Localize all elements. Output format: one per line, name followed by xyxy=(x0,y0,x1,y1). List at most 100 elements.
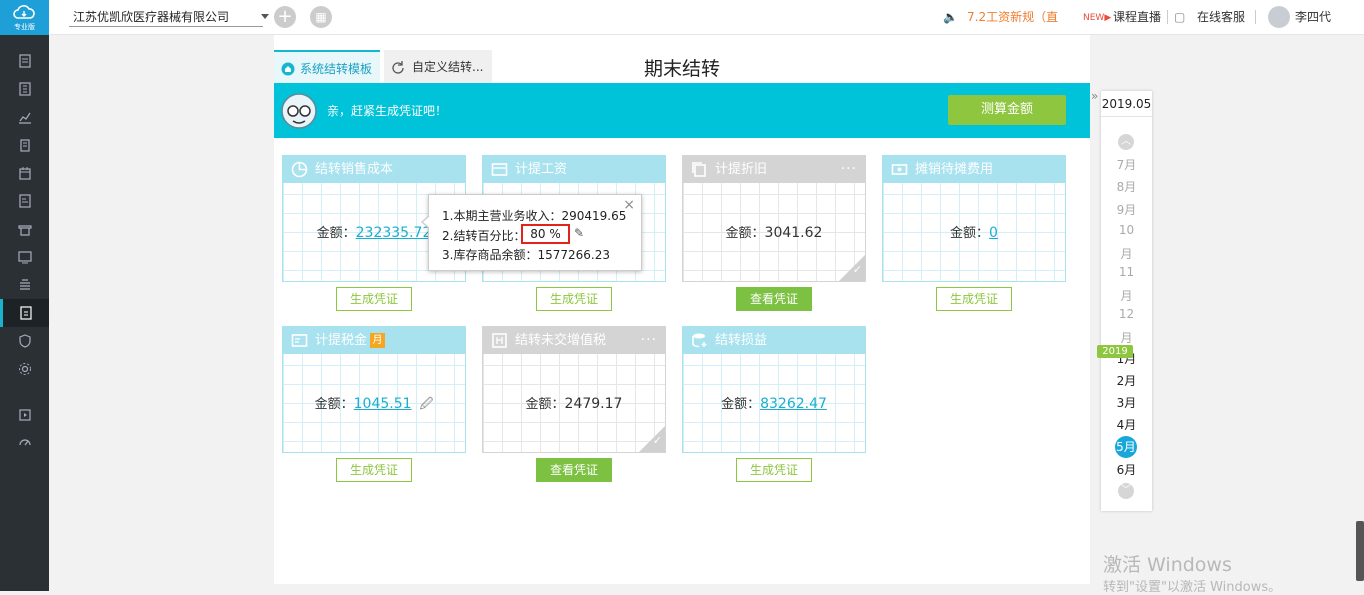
percent-input[interactable]: 80 % xyxy=(521,224,570,244)
month-item[interactable]: 3月 xyxy=(1101,394,1152,411)
card-title: 结转未交增值税 xyxy=(515,333,607,348)
gear-icon xyxy=(18,363,31,375)
view-voucher-button[interactable]: 查看凭证 xyxy=(736,287,812,311)
app-logo[interactable]: 专业版 xyxy=(0,0,49,35)
sidebar-item-calendar[interactable] xyxy=(0,159,49,187)
chevron-down-icon xyxy=(261,14,269,19)
news-link[interactable]: 7.2工资新规（直 xyxy=(967,9,1058,25)
generate-voucher-button[interactable]: 生成凭证 xyxy=(336,458,412,482)
selected-month[interactable]: 5月 xyxy=(1115,436,1137,458)
card-amount: 金额：83262.47 xyxy=(683,393,865,412)
month-item[interactable]: 8月 xyxy=(1101,178,1152,195)
amount-label: 金额： xyxy=(725,226,765,241)
card-amortize-prepaid: 摊销待摊费用 金额：0 xyxy=(882,155,1066,282)
generate-voucher-button[interactable]: 生成凭证 xyxy=(736,458,812,482)
tab-custom-template[interactable]: 自定义结转... xyxy=(384,50,492,83)
month-item[interactable]: 月 xyxy=(1101,287,1152,304)
tab-label: 自定义结转... xyxy=(412,60,484,74)
plus-icon: + xyxy=(277,6,293,27)
collapse-icon[interactable]: » xyxy=(1091,89,1101,107)
checked-corner-icon: ✓ xyxy=(839,255,865,281)
chevron-up-icon[interactable]: ︿ xyxy=(1118,134,1134,150)
card-transfer-unpaid-vat: 结转未交增值税 ··· 金额：2479.17 ✓ xyxy=(482,326,666,453)
cost-transfer-popover: × 1.本期主营业务收入：290419.65 2.结转百分比： 80 % ✎ 3… xyxy=(421,194,642,271)
sidebar-item-video[interactable] xyxy=(0,401,49,429)
company-name: 江苏优凯欣医疗器械有限公司 xyxy=(73,10,230,24)
avatar[interactable] xyxy=(1268,6,1290,28)
generate-voucher-button[interactable]: 生成凭证 xyxy=(536,287,612,311)
chart-icon xyxy=(18,112,31,124)
edit-icon[interactable]: ✎ xyxy=(574,226,584,240)
month-item[interactable]: 7月 xyxy=(1101,156,1152,173)
sidebar-item-cashier[interactable] xyxy=(0,243,49,271)
sidebar-item-closing[interactable] xyxy=(0,299,49,327)
tab-system-template[interactable]: 系统结转模板 xyxy=(274,50,380,83)
month-item[interactable]: 10 xyxy=(1101,223,1152,237)
card-title: 摊销待摊费用 xyxy=(915,162,994,177)
paperclip-icon[interactable]: 🖉 xyxy=(420,397,434,412)
support-icon: ▢ xyxy=(1174,10,1186,24)
inventory-line: 3.库存商品余额：1577266.23 xyxy=(442,248,610,262)
amount-label: 金额： xyxy=(721,397,761,412)
cloud-logo-icon xyxy=(13,5,35,19)
add-company-button[interactable]: + xyxy=(274,6,296,28)
amount-link[interactable]: 83262.47 xyxy=(760,396,827,412)
more-icon[interactable]: ··· xyxy=(841,156,857,183)
month-item[interactable]: 4月 xyxy=(1101,416,1152,433)
sidebar-item-ledger[interactable] xyxy=(0,75,49,103)
generate-voucher-button[interactable]: 生成凭证 xyxy=(936,287,1012,311)
month-badge: 月 xyxy=(370,333,386,348)
sidebar-item-speed[interactable] xyxy=(0,427,49,455)
card-amount: 金额：2479.17 xyxy=(483,393,665,412)
month-item[interactable]: 月 xyxy=(1101,329,1152,346)
book-icon xyxy=(18,82,31,96)
month-item[interactable]: 月 xyxy=(1101,245,1152,262)
document-icon xyxy=(18,54,31,68)
amount-label: 金额： xyxy=(525,397,565,412)
month-item[interactable]: 12 xyxy=(1101,307,1152,321)
checked-corner-icon: ✓ xyxy=(639,426,665,452)
amount-link[interactable]: 0 xyxy=(989,225,998,241)
sidebar-item-store[interactable] xyxy=(0,215,49,243)
sidebar-item-check[interactable] xyxy=(0,327,49,355)
sidebar-item-report[interactable] xyxy=(0,103,49,131)
sidebar-item-payroll[interactable] xyxy=(0,271,49,299)
card-accrue-depreciation: 计提折旧 ··· 金额：3041.62 ✓ xyxy=(682,155,866,282)
view-voucher-button[interactable]: 查看凭证 xyxy=(536,458,612,482)
mascot-icon xyxy=(281,93,317,129)
scrollbar[interactable] xyxy=(1356,521,1364,581)
amount-value: 3041.62 xyxy=(764,225,823,241)
sidebar-item-assets[interactable] xyxy=(0,131,49,159)
card-title: 计提工资 xyxy=(515,162,568,177)
sidebar-item-invoice[interactable] xyxy=(0,187,49,215)
month-item[interactable]: 11 xyxy=(1101,265,1152,279)
month-item[interactable]: 2月 xyxy=(1101,372,1152,389)
speaker-icon: 🔈 xyxy=(943,10,958,24)
tab-label: 系统结转模板 xyxy=(300,62,373,76)
sidebar-item-settings[interactable] xyxy=(0,355,49,383)
company-select[interactable]: 江苏优凯欣医疗器械有限公司 xyxy=(69,8,269,27)
month-item[interactable]: 9月 xyxy=(1101,201,1152,218)
amount-link[interactable]: 232335.72 xyxy=(356,225,432,241)
user-name[interactable]: 李四代 xyxy=(1295,9,1331,25)
calculate-amount-button[interactable]: 测算金额 xyxy=(948,95,1066,125)
sidebar: 专业版 xyxy=(0,0,49,591)
card-amount: 金额：0 xyxy=(883,222,1065,241)
month-item[interactable]: 6月 xyxy=(1101,461,1152,478)
database-plus-icon xyxy=(692,333,707,348)
amount-link[interactable]: 1045.51 xyxy=(354,396,412,412)
card-title: 计提折旧 xyxy=(715,162,768,177)
live-course-link[interactable]: 课程直播 xyxy=(1113,9,1161,25)
generate-voucher-button[interactable]: 生成凭证 xyxy=(336,287,412,311)
chevron-down-icon[interactable]: ﹀ xyxy=(1118,483,1134,499)
more-icon[interactable]: ··· xyxy=(641,327,657,354)
apps-button[interactable]: ▦ xyxy=(310,6,332,28)
banner-text: 亲，赶紧生成凭证吧！ xyxy=(327,104,448,118)
percent-label: 2.结转百分比： xyxy=(442,229,526,243)
amount-label: 金额： xyxy=(950,226,990,241)
calendar-icon xyxy=(18,167,31,180)
online-support-link[interactable]: 在线客服 xyxy=(1197,9,1245,25)
home-icon xyxy=(281,62,295,76)
card-header: 结转销售成本 xyxy=(283,156,465,183)
sidebar-item-voucher[interactable] xyxy=(0,47,49,75)
